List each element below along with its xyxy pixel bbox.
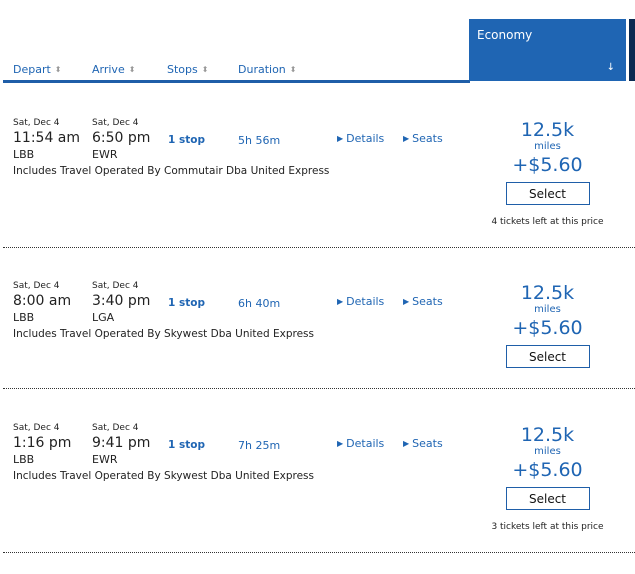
stops-link[interactable]: 1 stop xyxy=(168,439,205,451)
sort-stops-label: Stops xyxy=(167,63,198,76)
arrive-airport: EWR xyxy=(92,453,118,466)
seats-label: Seats xyxy=(412,295,443,308)
fare-miles-unit: miles xyxy=(534,304,561,315)
arrive-time: 3:40 pm xyxy=(92,293,151,309)
fare-cash: +$5.60 xyxy=(512,317,583,339)
economy-fare: 12.5k miles +$5.60 Select 4 tickets left… xyxy=(469,119,626,227)
sort-stops[interactable]: Stops ⬍ xyxy=(167,63,208,76)
select-button[interactable]: Select xyxy=(505,487,590,510)
sort-duration-label: Duration xyxy=(238,63,286,76)
economy-fare: 12.5k miles +$5.60 Select 3 tickets left… xyxy=(469,424,626,532)
depart-date: Sat, Dec 4 xyxy=(13,281,60,291)
duration: 5h 56m xyxy=(238,134,281,147)
sort-icon: ⬍ xyxy=(201,65,209,74)
duration: 7h 25m xyxy=(238,439,281,452)
operator-note: Includes Travel Operated By Skywest Dba … xyxy=(13,470,314,482)
sort-arrive[interactable]: Arrive ⬍ xyxy=(92,63,135,76)
operator-note: Includes Travel Operated By Commutair Db… xyxy=(13,165,330,177)
depart-airport: LBB xyxy=(13,311,35,324)
seats-toggle[interactable]: ▶ Seats xyxy=(403,437,443,450)
depart-time: 8:00 am xyxy=(13,293,72,309)
flight-row: Sat, Dec 4 11:54 am LBB Sat, Dec 4 6:50 … xyxy=(0,106,635,248)
arrive-time: 9:41 pm xyxy=(92,435,151,451)
fare-miles: 12.5k xyxy=(520,119,575,141)
fare-miles: 12.5k xyxy=(520,282,575,304)
sort-arrive-label: Arrive xyxy=(92,63,125,76)
arrive-date: Sat, Dec 4 xyxy=(92,281,139,291)
arrive-time: 6:50 pm xyxy=(92,130,151,146)
details-label: Details xyxy=(346,132,385,145)
tickets-left: 3 tickets left at this price xyxy=(491,522,604,532)
sort-depart-label: Depart xyxy=(13,63,51,76)
details-toggle[interactable]: ▶ Details xyxy=(337,132,384,145)
caret-right-icon: ▶ xyxy=(337,297,344,306)
arrive-date: Sat, Dec 4 xyxy=(92,423,139,433)
caret-right-icon: ▶ xyxy=(337,439,344,448)
caret-right-icon: ▶ xyxy=(403,297,410,306)
cabin-economy-header[interactable]: Economy ↓ xyxy=(469,19,626,81)
fare-cash: +$5.60 xyxy=(512,459,583,481)
duration: 6h 40m xyxy=(238,297,281,310)
arrive-airport: EWR xyxy=(92,148,118,161)
stops-link[interactable]: 1 stop xyxy=(168,297,205,309)
fare-cash: +$5.60 xyxy=(512,154,583,176)
details-toggle[interactable]: ▶ Details xyxy=(337,295,384,308)
depart-date: Sat, Dec 4 xyxy=(13,118,60,128)
header-divider xyxy=(3,80,470,83)
depart-time: 1:16 pm xyxy=(13,435,72,451)
arrive-airport: LGA xyxy=(92,311,115,324)
sort-icon: ⬍ xyxy=(54,65,62,74)
depart-date: Sat, Dec 4 xyxy=(13,423,60,433)
flight-row: Sat, Dec 4 8:00 am LBB Sat, Dec 4 3:40 p… xyxy=(0,247,635,389)
sort-icon: ⬍ xyxy=(128,65,136,74)
seats-label: Seats xyxy=(412,437,443,450)
caret-right-icon: ▶ xyxy=(403,134,410,143)
details-toggle[interactable]: ▶ Details xyxy=(337,437,384,450)
stops-link[interactable]: 1 stop xyxy=(168,134,205,146)
operator-note: Includes Travel Operated By Skywest Dba … xyxy=(13,328,314,340)
results-header: Depart ⬍ Arrive ⬍ Stops ⬍ Duration ⬍ Economy… xyxy=(0,0,635,84)
seats-toggle[interactable]: ▶ Seats xyxy=(403,295,443,308)
fare-miles-unit: miles xyxy=(534,141,561,152)
fare-miles: 12.5k xyxy=(520,424,575,446)
economy-fare: 12.5k miles +$5.60 Select xyxy=(469,282,626,368)
sort-down-arrow-icon: ↓ xyxy=(606,62,615,73)
details-label: Details xyxy=(346,295,385,308)
select-button[interactable]: Select xyxy=(505,345,590,368)
depart-time: 11:54 am xyxy=(13,130,81,146)
seats-toggle[interactable]: ▶ Seats xyxy=(403,132,443,145)
fare-miles-unit: miles xyxy=(534,446,561,457)
depart-airport: LBB xyxy=(13,148,35,161)
caret-right-icon: ▶ xyxy=(403,439,410,448)
tickets-left: 4 tickets left at this price xyxy=(491,217,604,227)
depart-airport: LBB xyxy=(13,453,35,466)
arrive-date: Sat, Dec 4 xyxy=(92,118,139,128)
sort-duration[interactable]: Duration ⬍ xyxy=(238,63,296,76)
sort-icon: ⬍ xyxy=(289,65,297,74)
flight-row: Sat, Dec 4 1:16 pm LBB Sat, Dec 4 9:41 p… xyxy=(0,389,635,553)
next-cabin-header[interactable] xyxy=(629,19,635,81)
details-label: Details xyxy=(346,437,385,450)
caret-right-icon: ▶ xyxy=(337,134,344,143)
select-button[interactable]: Select xyxy=(505,182,590,205)
row-divider xyxy=(3,552,635,553)
cabin-economy-label: Economy xyxy=(477,28,533,42)
seats-label: Seats xyxy=(412,132,443,145)
sort-depart[interactable]: Depart ⬍ xyxy=(13,63,62,76)
